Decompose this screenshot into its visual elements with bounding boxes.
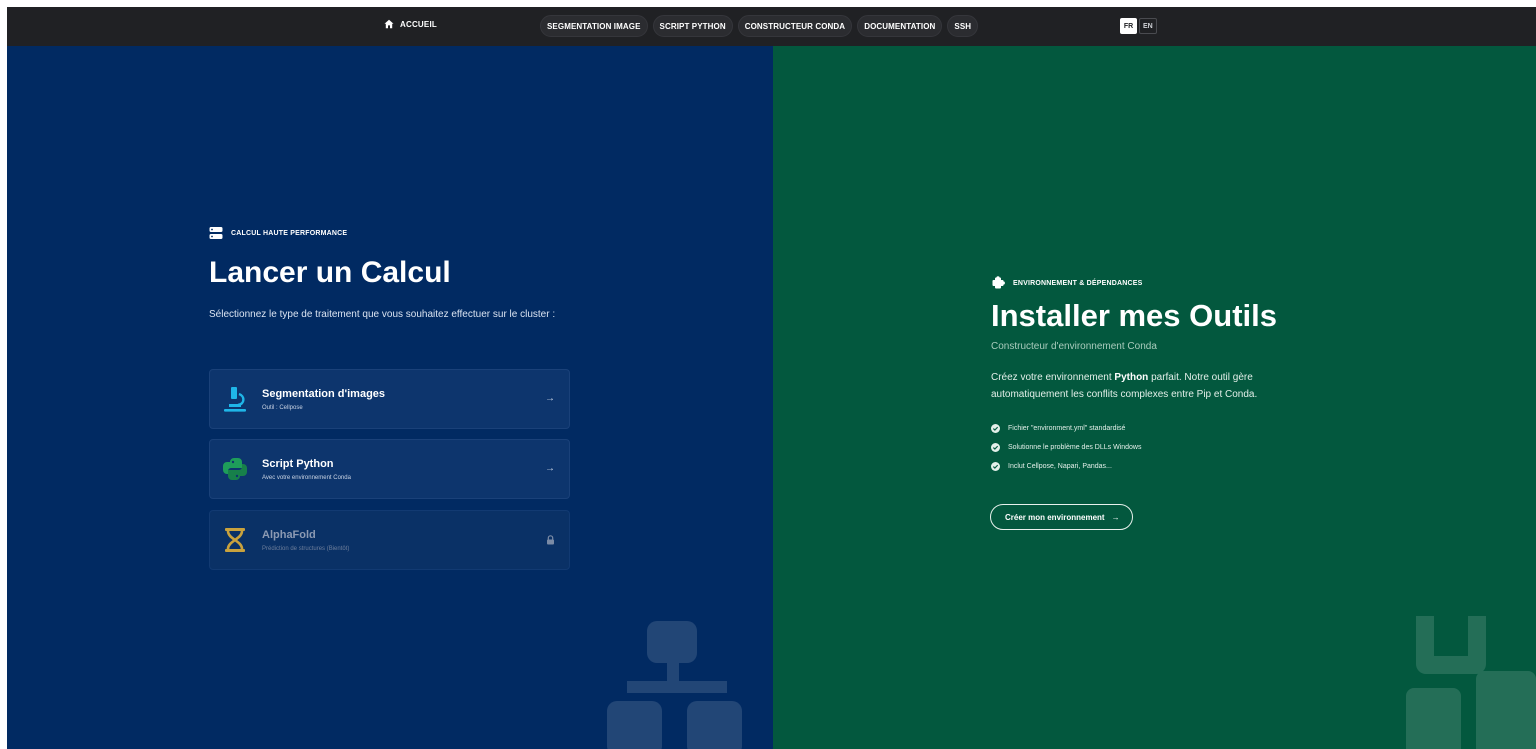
create-environment-label: Créer mon environnement bbox=[1005, 512, 1105, 522]
feature-label: Fichier "environment.yml" standardisé bbox=[1008, 425, 1126, 432]
environment-title: Installer mes Outils bbox=[991, 298, 1277, 333]
blocks-watermark-icon bbox=[1406, 616, 1536, 749]
check-circle-icon bbox=[991, 443, 1000, 452]
feature-item: Fichier "environment.yml" standardisé bbox=[991, 419, 1141, 438]
environment-eyebrow: ENVIRONNEMENT & DÉPENDANCES bbox=[991, 276, 1142, 290]
arrow-right-icon: → bbox=[545, 463, 555, 474]
desc-text-start: Créez votre environnement bbox=[991, 372, 1115, 383]
card-segmentation[interactable]: Segmentation d'images Outil : Cellpose → bbox=[209, 369, 570, 429]
language-switcher: FR EN bbox=[1120, 18, 1157, 34]
card-script-python-subtitle: Avec votre environnement Conda bbox=[262, 475, 351, 481]
arrow-right-icon: → bbox=[1111, 512, 1120, 522]
nav-home-label: ACCUEIL bbox=[400, 19, 437, 29]
top-navbar: ACCUEIL SEGMENTATION IMAGE SCRIPT PYTHON… bbox=[7, 7, 1536, 46]
nav-item-documentation[interactable]: DOCUMENTATION bbox=[857, 15, 943, 37]
nav-menu: SEGMENTATION IMAGE SCRIPT PYTHON CONSTRU… bbox=[540, 15, 979, 37]
lang-fr-button[interactable]: FR bbox=[1120, 18, 1137, 34]
compute-eyebrow: CALCUL HAUTE PERFORMANCE bbox=[209, 226, 347, 240]
server-icon bbox=[209, 227, 223, 239]
page: ACCUEIL SEGMENTATION IMAGE SCRIPT PYTHON… bbox=[7, 7, 1536, 749]
card-alphafold-subtitle: Prédiction de structures (Bientôt) bbox=[262, 546, 350, 552]
compute-eyebrow-label: CALCUL HAUTE PERFORMANCE bbox=[231, 229, 348, 237]
home-icon bbox=[384, 19, 394, 29]
card-segmentation-subtitle: Outil : Cellpose bbox=[262, 405, 303, 411]
environment-panel: ENVIRONNEMENT & DÉPENDANCES Installer me… bbox=[773, 46, 1536, 749]
desc-text-python: Python bbox=[1114, 372, 1149, 383]
environment-description: Créez votre environnement Python parfait… bbox=[991, 369, 1331, 403]
nav-item-segmentation[interactable]: SEGMENTATION IMAGE bbox=[540, 15, 648, 37]
microscope-icon bbox=[224, 387, 246, 412]
network-watermark-icon bbox=[607, 621, 742, 749]
dna-icon bbox=[225, 528, 245, 552]
feature-list: Fichier "environment.yml" standardisé So… bbox=[991, 419, 1141, 476]
card-segmentation-title: Segmentation d'images bbox=[262, 388, 386, 400]
nav-item-ssh[interactable]: SSH bbox=[947, 15, 979, 37]
environment-eyebrow-label: ENVIRONNEMENT & DÉPENDANCES bbox=[1013, 279, 1143, 287]
compute-panel: CALCUL HAUTE PERFORMANCE Lancer un Calcu… bbox=[7, 46, 773, 749]
puzzle-icon bbox=[992, 276, 1005, 289]
environment-subtitle: Constructeur d'environnement Conda bbox=[991, 341, 1157, 352]
feature-label: Inclut Cellpose, Napari, Pandas... bbox=[1008, 463, 1112, 470]
card-script-python[interactable]: Script Python Avec votre environnement C… bbox=[209, 439, 570, 499]
arrow-right-icon: → bbox=[545, 393, 555, 404]
python-icon bbox=[223, 458, 247, 480]
nav-item-conda-builder[interactable]: CONSTRUCTEUR CONDA bbox=[737, 15, 853, 37]
compute-description: Sélectionnez le type de traitement que v… bbox=[209, 309, 556, 320]
card-alphafold: AlphaFold Prédiction de structures (Bien… bbox=[209, 510, 570, 570]
compute-title: Lancer un Calcul bbox=[209, 256, 451, 289]
create-environment-button[interactable]: Créer mon environnement → bbox=[990, 504, 1133, 530]
check-circle-icon bbox=[991, 462, 1000, 471]
card-script-python-title: Script Python bbox=[262, 458, 334, 470]
lock-icon bbox=[547, 535, 554, 545]
feature-item: Solutionne le problème des DLLs Windows bbox=[991, 438, 1141, 457]
nav-home-link[interactable]: ACCUEIL bbox=[384, 19, 437, 29]
nav-item-script-python[interactable]: SCRIPT PYTHON bbox=[652, 15, 733, 37]
lang-en-button[interactable]: EN bbox=[1139, 18, 1157, 34]
check-circle-icon bbox=[991, 424, 1000, 433]
card-alphafold-title: AlphaFold bbox=[262, 529, 316, 541]
feature-label: Solutionne le problème des DLLs Windows bbox=[1008, 444, 1142, 451]
feature-item: Inclut Cellpose, Napari, Pandas... bbox=[991, 457, 1141, 476]
